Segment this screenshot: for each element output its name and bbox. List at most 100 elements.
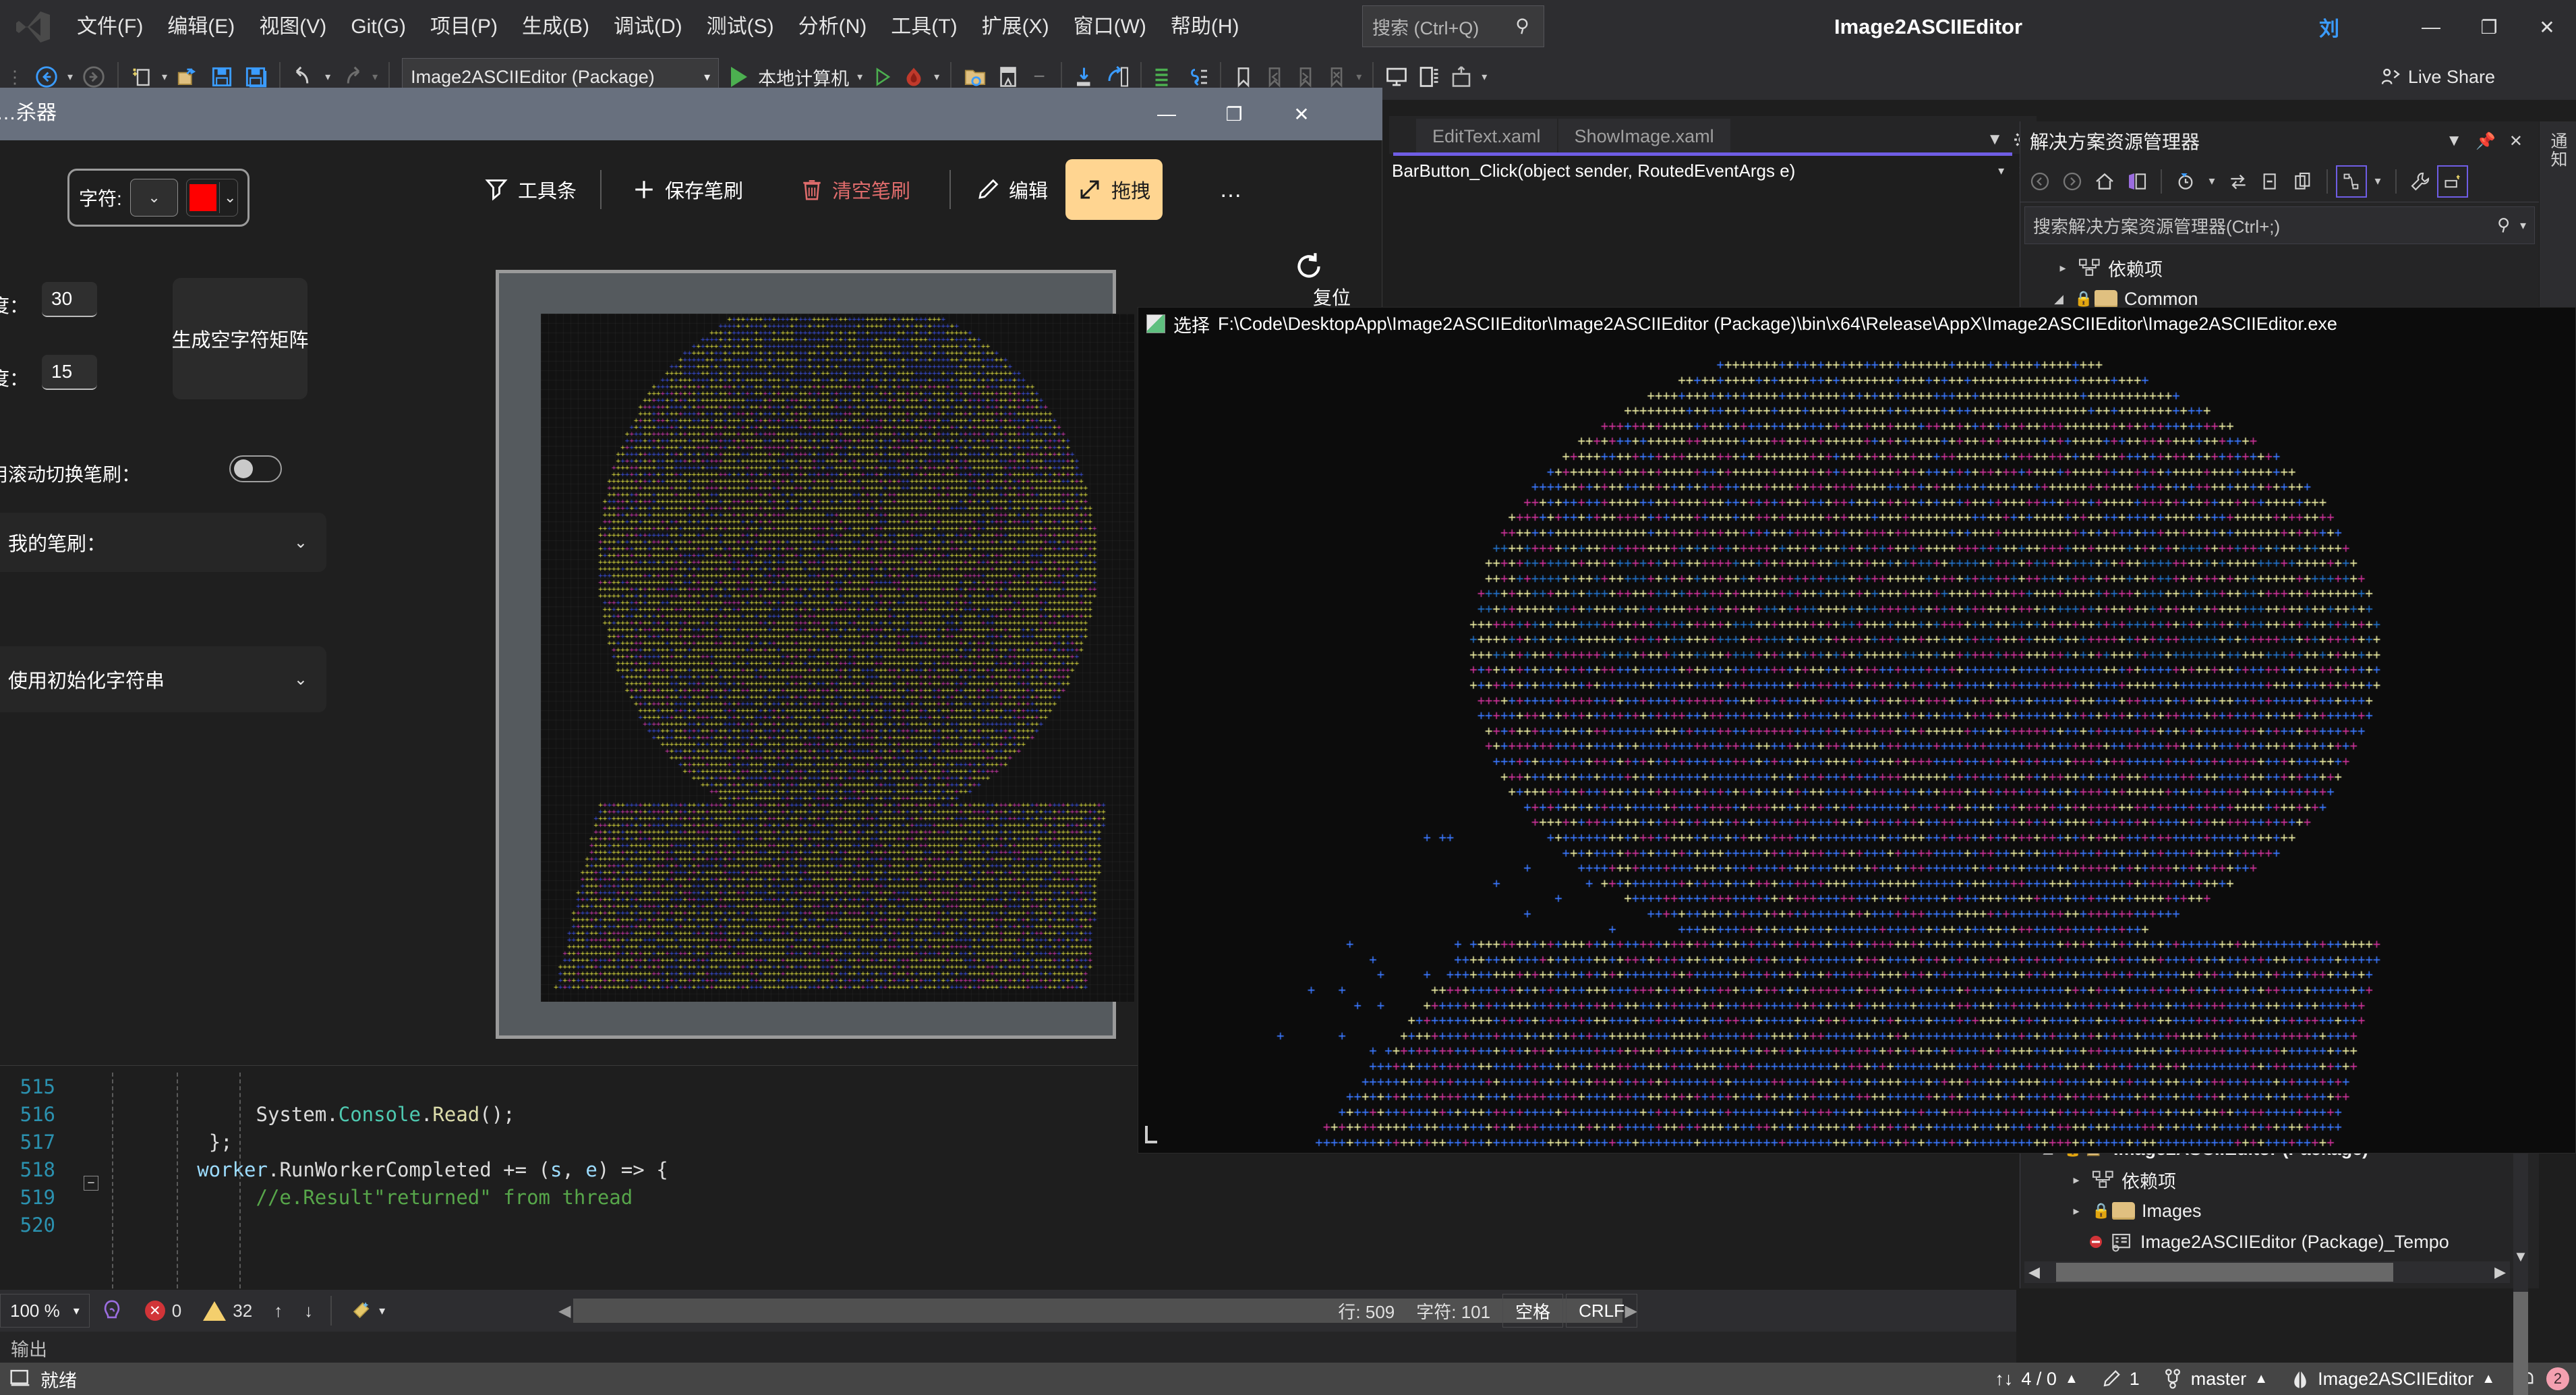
properties-icon[interactable] xyxy=(2405,165,2436,198)
class-diagram-dropdown-icon[interactable]: ▾ xyxy=(2368,165,2387,198)
menu-item-debug[interactable]: 调试(D) xyxy=(602,0,695,54)
account-avatar[interactable]: 刘 xyxy=(2312,9,2347,45)
solution-view-icon[interactable] xyxy=(2121,165,2153,198)
hot-reload-dropdown-icon[interactable]: ▾ xyxy=(930,70,943,84)
run-target-label[interactable]: 本地计算机 xyxy=(754,64,853,90)
search-dropdown-icon[interactable]: ▾ xyxy=(2515,219,2526,233)
line-ending-indicator[interactable]: CRLF xyxy=(1566,1294,1637,1328)
menu-item-tools[interactable]: 工具(T) xyxy=(879,0,969,54)
scroll-right-icon[interactable]: ▶ xyxy=(2494,1263,2510,1281)
app-toolbar-button-toolbar[interactable]: 工具条 xyxy=(472,159,589,220)
forward-icon[interactable] xyxy=(2057,165,2088,198)
indentation-indicator[interactable]: 空格 xyxy=(1502,1294,1564,1328)
navigation-dropdown-icon[interactable]: ▾ xyxy=(1991,164,2011,178)
zoom-level[interactable]: 100 % ▾ xyxy=(0,1294,90,1328)
account-area[interactable]: 刘 xyxy=(2312,0,2347,54)
live-share-button[interactable]: Live Share xyxy=(2380,58,2495,96)
scroll-brush-toggle[interactable] xyxy=(229,455,282,482)
character-select[interactable]: ⌄ xyxy=(129,179,179,217)
navigation-member-combo[interactable]: BarButton_Click(object sender, RoutedEve… xyxy=(1389,156,1991,185)
menu-item-view[interactable]: 视图(V) xyxy=(247,0,339,54)
vs-search[interactable]: 搜索 (Ctrl+Q) xyxy=(1362,5,1544,47)
git-branch[interactable]: master ▲ xyxy=(2163,1368,2268,1390)
menu-item-window[interactable]: 窗口(W) xyxy=(1061,0,1159,54)
menu-item-file[interactable]: 文件(F) xyxy=(65,0,155,54)
tab-edittext-xaml[interactable]: EditText.xaml xyxy=(1416,119,1557,154)
app-toolbar-button-edit[interactable]: 编辑 xyxy=(964,159,1060,220)
solution-explorer-search[interactable]: 搜索解决方案资源管理器(Ctrl+;) ▾ xyxy=(2024,206,2535,244)
app-minimize-button[interactable]: — xyxy=(1133,88,1200,140)
device-preview-icon[interactable] xyxy=(1380,59,1413,95)
menu-item-project[interactable]: 项目(P) xyxy=(418,0,510,54)
undo-dropdown-icon[interactable]: ▾ xyxy=(321,70,334,84)
app-toolbar-button-clear-brush[interactable]: 清空笔刷 xyxy=(789,159,923,220)
cleanup-code-icon[interactable]: ▾ xyxy=(339,1292,396,1329)
menu-item-edit[interactable]: 编辑(E) xyxy=(155,0,247,54)
view-class-diagram-icon[interactable] xyxy=(2336,165,2367,198)
scroll-down-icon[interactable]: ▼ xyxy=(2513,1248,2528,1265)
menu-item-build[interactable]: 生成(B) xyxy=(510,0,602,54)
color-picker[interactable]: ⌄ xyxy=(186,179,238,217)
bookmark-dropdown-icon[interactable]: ▾ xyxy=(1352,70,1366,84)
error-count[interactable]: ✕ 0 xyxy=(134,1292,192,1329)
tree-node-package-dependencies[interactable]: ▸ 依赖项 xyxy=(2020,1164,2540,1195)
app-toolbar-more-button[interactable]: … xyxy=(1207,159,1257,220)
repository-caret-icon[interactable]: ▲ xyxy=(2482,1371,2495,1387)
panel-menu-icon[interactable]: ▼ xyxy=(2439,132,2469,150)
upload-package-icon[interactable] xyxy=(1445,59,1477,95)
ascii-canvas[interactable] xyxy=(541,314,1134,1002)
reset-button[interactable]: 复位 xyxy=(1291,250,1372,310)
tab-list-dropdown-icon[interactable]: ▼ xyxy=(1987,130,2003,149)
ascii-canvas-frame[interactable] xyxy=(496,270,1134,1039)
preview-selected-items-icon[interactable] xyxy=(2437,165,2468,198)
zoom-dropdown-icon[interactable]: ▾ xyxy=(74,1304,80,1318)
previous-issue-button[interactable]: ↑ xyxy=(263,1292,293,1329)
tab-output[interactable]: 输出 xyxy=(0,1335,58,1367)
init-string-dropdown[interactable]: 使用初始化字符串 ⌄ xyxy=(0,646,326,712)
search-input[interactable]: 搜索 (Ctrl+Q) xyxy=(1362,5,1544,47)
my-brush-dropdown[interactable]: 我的笔刷： ⌄ xyxy=(0,513,326,572)
menu-item-test[interactable]: 测试(S) xyxy=(695,0,786,54)
tree-node-images[interactable]: ▸ 🔒 Images xyxy=(2020,1195,2540,1226)
redo-dropdown-icon[interactable]: ▾ xyxy=(368,70,382,84)
cleanup-dropdown-icon[interactable]: ▾ xyxy=(379,1304,385,1318)
solution-hscroll-thumb[interactable] xyxy=(2055,1263,2393,1282)
repository[interactable]: Image2ASCIIEditor ▲ xyxy=(2291,1369,2495,1390)
show-all-files-icon[interactable] xyxy=(2287,165,2318,198)
next-issue-button[interactable]: ↓ xyxy=(293,1292,324,1329)
tree-node-dependencies[interactable]: ▸ 依赖项 xyxy=(2020,252,2539,283)
home-icon[interactable] xyxy=(2089,165,2120,198)
tablet-preview-icon[interactable] xyxy=(1413,59,1445,95)
app-toolbar-button-save-brush[interactable]: 保存笔刷 xyxy=(620,159,755,220)
app-toolbar-button-drag[interactable]: 拖拽 xyxy=(1065,159,1163,220)
close-icon[interactable]: ✕ xyxy=(2502,132,2529,151)
height-input[interactable]: 15 xyxy=(42,355,97,390)
console-title-bar[interactable]: 选择 F:\Code\DesktopApp\Image2ASCIIEditor\… xyxy=(1138,308,2575,340)
pending-changes-filter-icon[interactable] xyxy=(2170,165,2201,198)
expander-icon[interactable]: ▸ xyxy=(2068,1204,2085,1218)
expander-icon[interactable]: ▸ xyxy=(2068,1173,2085,1187)
intellicode-icon[interactable] xyxy=(90,1292,134,1329)
generate-matrix-button[interactable]: 生成空字符矩阵 xyxy=(172,278,309,399)
expander-icon[interactable]: ▸ xyxy=(2054,261,2072,275)
collapse-all-icon[interactable] xyxy=(2255,165,2286,198)
scroll-left-icon[interactable]: ◀ xyxy=(2024,1263,2040,1281)
pending-changes-caret-icon[interactable]: ▲ xyxy=(2065,1371,2078,1387)
branch-caret-icon[interactable]: ▲ xyxy=(2254,1371,2268,1387)
vs-minimize-button[interactable]: — xyxy=(2402,0,2460,54)
run-target-dropdown-icon[interactable]: ▾ xyxy=(853,70,867,84)
tree-node-package-manifest[interactable]: Image2ASCIIEditor (Package)_Tempo xyxy=(2020,1226,2540,1257)
vs-close-button[interactable]: ✕ xyxy=(2518,0,2576,54)
tab-showimage-xaml[interactable]: ShowImage.xaml xyxy=(1558,119,1730,154)
menu-item-git[interactable]: Git(G) xyxy=(339,0,418,54)
navigate-back-dropdown-icon[interactable]: ▾ xyxy=(63,70,77,84)
width-input[interactable]: 30 xyxy=(42,282,97,317)
pending-changes[interactable]: ↑↓ 4 / 0 ▲ xyxy=(1995,1369,2078,1390)
solution-horizontal-scrollbar[interactable]: ◀ ▶ xyxy=(2024,1261,2510,1283)
unsaved-edits[interactable]: 1 xyxy=(2101,1369,2140,1390)
console-window[interactable]: 选择 F:\Code\DesktopApp\Image2ASCIIEditor\… xyxy=(1138,307,2576,1154)
back-icon[interactable] xyxy=(2024,165,2055,198)
menu-item-analyze[interactable]: 分析(N) xyxy=(786,0,879,54)
app-close-button[interactable]: ✕ xyxy=(1268,88,1335,140)
new-project-dropdown-icon[interactable]: ▾ xyxy=(158,70,171,84)
